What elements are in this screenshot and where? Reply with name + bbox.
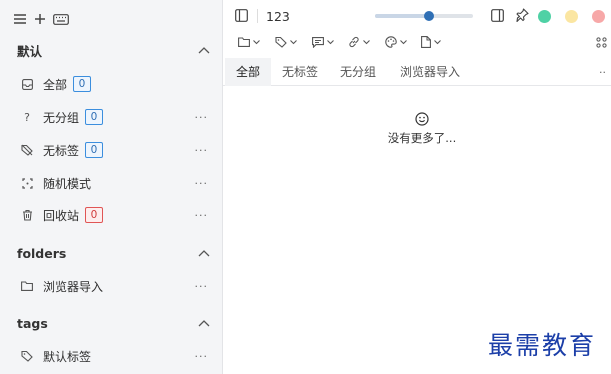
folder-filter-button[interactable] bbox=[238, 35, 260, 49]
sidebar-item-label: 无标签 bbox=[43, 143, 80, 158]
chevron-down-icon bbox=[400, 39, 407, 44]
sidebar-item-all[interactable]: 全部 0 bbox=[0, 71, 222, 97]
group-title: folders bbox=[17, 245, 67, 261]
more-icon[interactable]: ··· bbox=[195, 144, 209, 157]
sidebar-item-label: 全部 bbox=[43, 77, 68, 92]
sidebar-item-browser-import[interactable]: 浏览器导入 ··· bbox=[0, 273, 222, 299]
chevron-down-icon bbox=[434, 39, 441, 44]
more-icon[interactable]: ··· bbox=[195, 209, 209, 222]
count-badge: 0 bbox=[85, 207, 104, 223]
sidebar-top-actions bbox=[13, 10, 69, 28]
sidebar-item-default-tag[interactable]: 默认标签 ··· bbox=[0, 343, 222, 369]
red-window-dot[interactable] bbox=[592, 10, 605, 23]
green-window-dot[interactable] bbox=[538, 10, 551, 23]
chevron-up-icon[interactable] bbox=[198, 249, 210, 257]
tab-ungrouped[interactable]: 无分组 bbox=[340, 58, 376, 86]
tag-icon bbox=[275, 36, 287, 48]
filter-toolbar bbox=[223, 33, 611, 53]
plus-icon[interactable] bbox=[34, 13, 46, 25]
sidebar: 默认 全部 0 ? 无分组 0 ··· 无标签 0 ··· 随机模式 ··· 回… bbox=[0, 0, 223, 374]
pin-icon[interactable] bbox=[516, 8, 529, 25]
sidebar-item-label: 随机模式 bbox=[43, 176, 92, 191]
inbox-icon bbox=[20, 77, 34, 91]
folder-icon bbox=[20, 279, 34, 293]
empty-state: 没有更多了... bbox=[223, 112, 611, 146]
trash-icon bbox=[20, 208, 34, 222]
count-badge: 0 bbox=[85, 142, 104, 158]
sidebar-item-label: 回收站 bbox=[43, 208, 80, 223]
sidebar-item-untagged[interactable]: 无标签 0 ··· bbox=[0, 137, 222, 163]
tab-browser-import[interactable]: 浏览器导入 bbox=[400, 58, 460, 86]
shuffle-icon bbox=[20, 176, 34, 190]
header-bar: 123 bbox=[223, 0, 611, 32]
sidebar-toggle-icon[interactable] bbox=[235, 9, 248, 25]
question-icon: ? bbox=[24, 110, 30, 124]
more-icon[interactable]: ··· bbox=[195, 350, 209, 363]
group-title: tags bbox=[17, 315, 48, 331]
menu-icon[interactable] bbox=[13, 13, 27, 25]
chevron-down-icon bbox=[327, 39, 334, 44]
watermark: 最需教育 bbox=[488, 331, 597, 360]
link-filter-button[interactable] bbox=[348, 35, 370, 49]
folder-icon bbox=[238, 37, 250, 47]
yellow-window-dot[interactable] bbox=[565, 10, 578, 23]
link-icon bbox=[349, 36, 359, 48]
main-panel: 123 全部 无标签 无分组 浏览器导入 ·· 没有更多了... bbox=[223, 0, 611, 374]
sidebar-item-label: 浏览器导入 bbox=[43, 279, 104, 294]
tag-filter-button[interactable] bbox=[275, 35, 297, 49]
sidebar-item-ungrouped[interactable]: ? 无分组 0 ··· bbox=[0, 104, 222, 130]
keyboard-icon[interactable] bbox=[53, 13, 69, 25]
tabs-more-icon[interactable]: ·· bbox=[599, 66, 606, 79]
comment-filter-button[interactable] bbox=[312, 35, 334, 49]
more-icon[interactable]: ··· bbox=[195, 111, 209, 124]
zoom-slider[interactable] bbox=[375, 11, 473, 21]
group-header-tags[interactable]: tags bbox=[0, 310, 222, 336]
group-header-default[interactable]: 默认 bbox=[0, 37, 222, 63]
color-filter-button[interactable] bbox=[385, 35, 407, 49]
sidebar-item-label: 默认标签 bbox=[43, 349, 92, 364]
chevron-up-icon[interactable] bbox=[198, 46, 210, 54]
tab-bar: 全部 无标签 无分组 浏览器导入 ·· bbox=[223, 58, 611, 86]
chevron-down-icon bbox=[253, 39, 260, 44]
group-header-folders[interactable]: folders bbox=[0, 240, 222, 266]
more-icon[interactable]: ··· bbox=[195, 177, 209, 190]
tab-untagged[interactable]: 无标签 bbox=[282, 58, 318, 86]
page-title: 123 bbox=[266, 9, 290, 24]
slider-handle[interactable] bbox=[423, 11, 434, 21]
chevron-up-icon[interactable] bbox=[198, 319, 210, 327]
slider-fill bbox=[375, 14, 429, 18]
sidebar-item-label: 无分组 bbox=[43, 110, 80, 125]
smile-icon bbox=[415, 112, 429, 126]
more-icon[interactable]: ··· bbox=[195, 280, 209, 293]
grid-icon[interactable] bbox=[596, 37, 607, 51]
file-icon bbox=[421, 36, 431, 48]
chevron-down-icon bbox=[363, 39, 370, 44]
count-badge: 0 bbox=[85, 109, 104, 125]
count-badge: 0 bbox=[73, 76, 92, 92]
sidebar-item-random[interactable]: 随机模式 ··· bbox=[0, 170, 222, 196]
sidebar-item-trash[interactable]: 回收站 0 ··· bbox=[0, 202, 222, 228]
layout-icon[interactable] bbox=[491, 9, 504, 25]
tag-icon bbox=[20, 349, 34, 363]
divider bbox=[257, 9, 258, 23]
file-filter-button[interactable] bbox=[421, 35, 441, 49]
group-title: 默认 bbox=[17, 43, 43, 59]
tag-off-icon bbox=[20, 143, 34, 157]
empty-state-text: 没有更多了... bbox=[387, 131, 457, 145]
tab-all[interactable]: 全部 bbox=[225, 58, 272, 86]
chevron-down-icon bbox=[290, 39, 297, 44]
comment-icon bbox=[312, 36, 324, 48]
palette-icon bbox=[385, 36, 397, 48]
